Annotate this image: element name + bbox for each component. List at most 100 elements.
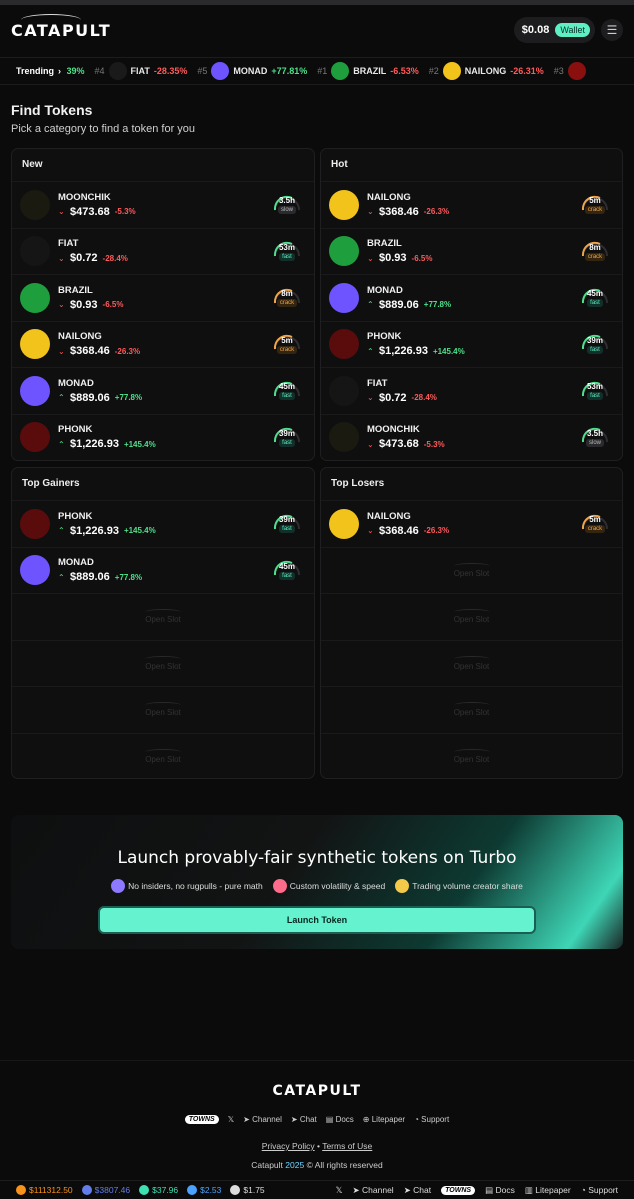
token-row[interactable]: PHONK ⌃ $1,226.93 +145.4% 39m fast [12,500,314,547]
separator: • [317,1141,320,1151]
wallet-pill[interactable]: $0.08 Wallet [513,17,595,43]
open-slot-label: Open Slot [453,615,490,625]
page-subtitle: Pick a category to find a token for you [11,123,196,135]
support-link[interactable]: ◔ Support [581,1185,618,1195]
token-row[interactable]: MONAD ⌃ $889.06 +77.8% 45m fast [12,546,314,594]
coin-icon [81,1185,92,1195]
channel-link[interactable]: ➤ Channel [353,1185,394,1196]
price-line: ⌄ $368.46 -26.3% [58,345,270,357]
token-row[interactable]: MOONCHIK ⌄ $473.68 -5.3% 3.5h slow [12,181,314,228]
docs-link[interactable]: ▤ Docs [326,1115,354,1124]
trending-name: MONAD [233,66,268,76]
docs-link[interactable]: ▤ Docs [485,1185,515,1196]
trending-rank: #5 [197,66,208,76]
token-row[interactable]: NAILONG ⌄ $368.46 -26.3% 5m crack [321,181,622,228]
towns-link[interactable]: TOWNS [184,1115,219,1124]
footer-logo[interactable]: CATAPULT [0,1083,634,1099]
open-slot: Open Slot [321,639,622,687]
trending-item[interactable]: #5 MONAD +77.81% [197,62,307,80]
privacy-policy-link[interactable]: Privacy Policy [262,1141,315,1151]
trending-item[interactable]: #2 NAILONG -26.31% [429,62,544,80]
token-change: +145.4% [432,346,465,356]
token-avatar [20,329,50,360]
x-icon[interactable]: 𝕏 [228,1115,234,1124]
token-row[interactable]: MONAD ⌃ $889.06 +77.8% 45m fast [321,274,622,321]
speed-badge: crack [276,299,298,308]
token-info: BRAZIL ⌄ $0.93 -6.5% [58,285,270,311]
token-row[interactable]: NAILONG ⌄ $368.46 -26.3% 5m crack [321,500,622,547]
token-price: $889.06 [70,571,110,584]
trending-label[interactable]: Trending › [0,58,67,84]
speed-gauge: 45m fast [270,376,304,406]
token-price: $889.06 [379,298,419,311]
open-slot: Open Slot [321,732,622,779]
arrow-down-icon: ⌄ [58,253,65,263]
open-slot-label: Open Slot [145,615,181,625]
towns-link[interactable]: TOWNS [441,1185,476,1195]
speed-time: 5m [589,515,601,525]
speed-time: 8m [589,242,601,252]
token-change: -26.3% [423,526,450,536]
open-slot-label: Open Slot [145,708,181,718]
token-row[interactable]: BRAZIL ⌄ $0.93 -6.5% 8m crack [321,227,622,275]
token-name: NAILONG [367,191,411,203]
token-name: BRAZIL [367,238,402,250]
telegram-icon: ➤ [290,1115,298,1124]
token-avatar [20,282,50,313]
token-row[interactable]: PHONK ⌃ $1,226.93 +145.4% 39m fast [321,320,622,368]
token-avatar [20,508,50,539]
token-avatar [329,189,359,220]
token-price: $889.06 [70,391,110,404]
token-change: -6.5% [411,253,433,263]
speed-time: 3.5h [278,196,295,206]
launch-token-button[interactable]: Launch Token [98,906,536,934]
coin-icon [139,1185,150,1195]
header: CATAPULT $0.08 Wallet ☰ [0,5,634,55]
page-title: Find Tokens [11,102,93,118]
token-change: -5.3% [423,439,445,449]
token-row[interactable]: NAILONG ⌄ $368.46 -26.3% 5m crack [12,320,314,368]
menu-icon[interactable]: ☰ [601,19,623,41]
open-slot: Open Slot [321,686,622,733]
speed-gauge: 45m fast [270,555,304,585]
speed-gauge: 3.5h slow [270,190,304,220]
x-icon[interactable]: 𝕏 [336,1185,343,1196]
arrow-down-icon: ⌄ [367,439,374,449]
token-avatar [329,375,359,406]
trending-item[interactable]: #4 FIAT -28.35% [95,62,187,80]
speed-gauge: 39m fast [270,422,304,452]
token-row[interactable]: MONAD ⌃ $889.06 +77.8% 45m fast [12,367,314,414]
wallet-button[interactable]: Wallet [555,23,590,37]
channel-link[interactable]: ➤ Channel [243,1115,282,1124]
litepaper-link[interactable]: ▥ Litepaper [525,1185,571,1196]
arrow-up-icon: ⌃ [58,526,65,536]
chat-link[interactable]: ➤ Chat [404,1185,431,1196]
token-change: +145.4% [123,439,156,449]
token-avatar [331,62,350,80]
litepaper-link[interactable]: ⊕ Litepaper [363,1115,405,1124]
price-line: ⌄ $368.46 -26.3% [367,206,578,218]
trending-item[interactable]: #3 [554,62,594,80]
token-row[interactable]: FIAT ⌄ $0.72 -28.4% 53m fast [321,367,622,414]
chat-link[interactable]: ➤ Chat [291,1115,317,1124]
footer-links: TOWNS 𝕏 ➤ Channel ➤ Chat ▤ Docs ⊕ Litepa… [0,1115,634,1124]
token-row[interactable]: PHONK ⌃ $1,226.93 +145.4% 39m fast [12,413,314,461]
token-row[interactable]: BRAZIL ⌄ $0.93 -6.5% 8m crack [12,274,314,321]
token-avatar [20,422,50,453]
logo[interactable]: CATAPULT [11,13,111,40]
trending-item[interactable]: #1 BRAZIL -6.53% [317,62,419,80]
token-change: +77.8% [423,300,452,310]
token-row[interactable]: FIAT ⌄ $0.72 -28.4% 53m fast [12,227,314,275]
price-ticker: $37.96 [139,1185,178,1195]
arrow-down-icon: ⌄ [58,346,65,356]
speed-badge: fast [587,299,603,308]
token-name: PHONK [58,424,93,436]
token-row[interactable]: MOONCHIK ⌄ $473.68 -5.3% 3.5h slow [321,413,622,461]
terms-link[interactable]: Terms of Use [322,1141,372,1151]
arrow-down-icon: ⌄ [58,300,65,310]
support-link[interactable]: ◔ Support [414,1115,449,1124]
ticker-value: $2.53 [200,1185,222,1195]
token-name: MONAD [367,284,403,296]
token-name: FIAT [367,377,388,389]
panel-title: Hot [331,159,348,170]
